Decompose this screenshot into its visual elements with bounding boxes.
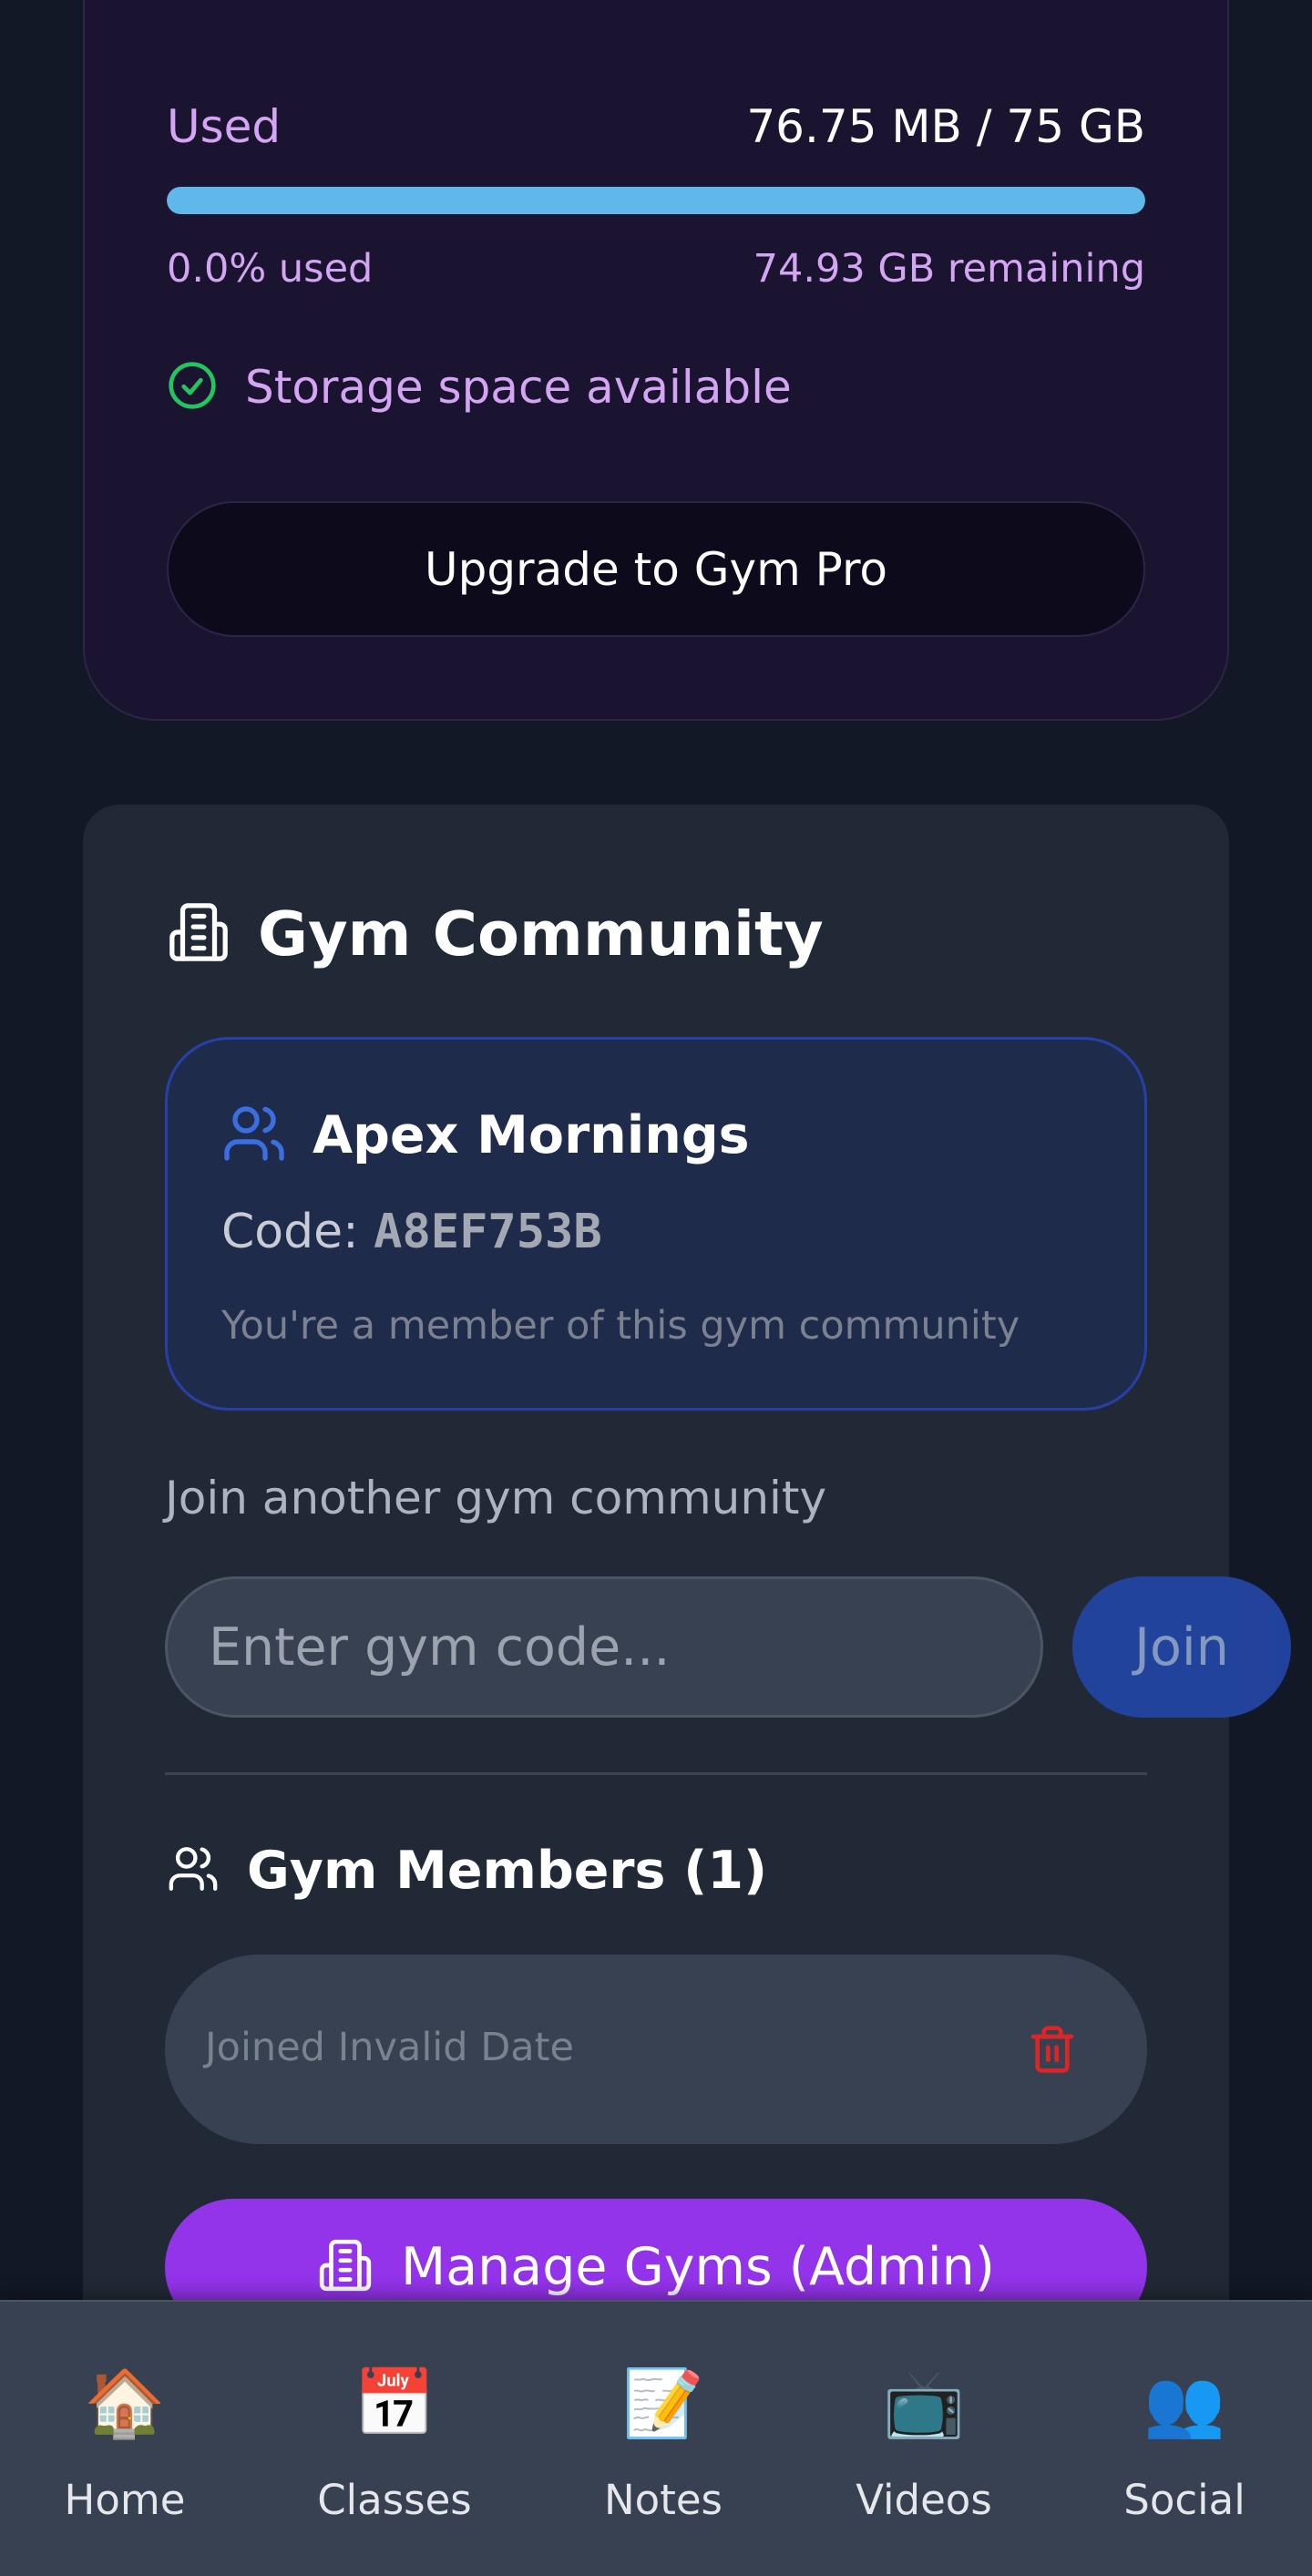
storage-status-text: Storage space available xyxy=(245,361,792,414)
nav-label: Videos xyxy=(856,2476,992,2524)
storage-percent-row: 0.0% used 74.93 GB remaining xyxy=(167,241,1145,296)
nav-item-social[interactable]: 👥 Social xyxy=(1084,2360,1285,2524)
storage-status: Storage space available xyxy=(167,355,792,419)
used-value: 76.75 MB / 75 GB xyxy=(746,100,1145,153)
people-icon: 👥 xyxy=(1143,2365,1225,2441)
calendar-icon: 📅 xyxy=(354,2365,436,2441)
gym-code-line: Code: A8EF753B xyxy=(221,1205,602,1259)
users-icon xyxy=(221,1101,287,1170)
member-joined-date: Joined Invalid Date xyxy=(205,2025,574,2070)
gym-community-header: Gym Community xyxy=(167,898,824,970)
home-icon: 🏠 xyxy=(84,2365,166,2441)
nav-item-classes[interactable]: 📅 Classes xyxy=(294,2360,495,2524)
storage-progress-bar xyxy=(167,187,1145,214)
gym-code-input[interactable] xyxy=(165,1576,1043,1718)
join-button[interactable]: Join xyxy=(1072,1576,1291,1718)
gym-members-title: Gym Members (1) xyxy=(247,1841,768,1901)
remaining-space: 74.93 GB remaining xyxy=(753,246,1145,292)
gym-name: Apex Mornings xyxy=(313,1105,750,1165)
nav-label: Social xyxy=(1123,2476,1245,2524)
nav-label: Classes xyxy=(317,2476,472,2524)
manage-gyms-label: Manage Gyms (Admin) xyxy=(401,2237,995,2297)
gym-community-title: Gym Community xyxy=(258,898,824,970)
building-icon xyxy=(167,900,231,968)
trash-icon[interactable] xyxy=(1025,2018,1080,2080)
users-icon xyxy=(167,1842,220,1899)
divider xyxy=(165,1772,1147,1775)
check-circle-icon xyxy=(167,360,218,415)
storage-progress-fill xyxy=(167,187,1145,214)
nav-label: Notes xyxy=(604,2476,723,2524)
current-gym-header: Apex Mornings xyxy=(221,1101,750,1170)
television-icon: 📺 xyxy=(883,2365,965,2441)
used-label: Used xyxy=(167,100,282,153)
nav-item-videos[interactable]: 📺 Videos xyxy=(824,2360,1024,2524)
nav-item-home[interactable]: 🏠 Home xyxy=(25,2360,225,2524)
upgrade-button[interactable]: Upgrade to Gym Pro xyxy=(167,501,1145,637)
nav-item-notes[interactable]: 📝 Notes xyxy=(563,2360,764,2524)
gym-code: A8EF753B xyxy=(374,1205,602,1259)
memo-icon: 📝 xyxy=(622,2365,704,2441)
nav-label: Home xyxy=(64,2476,186,2524)
percent-used: 0.0% used xyxy=(167,246,374,292)
gym-membership-note: You're a member of this gym community xyxy=(221,1303,1020,1349)
join-gym-label: Join another gym community xyxy=(165,1472,827,1524)
storage-used-row: Used 76.75 MB / 75 GB xyxy=(167,95,1145,159)
gym-members-header: Gym Members (1) xyxy=(167,1836,767,1905)
building-icon xyxy=(317,2237,374,2297)
gym-code-label: Code: xyxy=(221,1205,374,1259)
